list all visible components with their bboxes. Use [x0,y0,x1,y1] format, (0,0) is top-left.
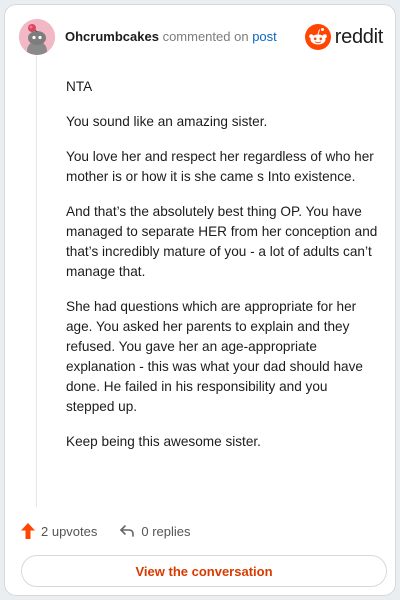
reply-count: 0 replies [141,523,191,539]
upvote-button[interactable]: 2 upvotes [21,523,97,539]
comment-body: NTA You sound like an amazing sister. Yo… [66,77,378,467]
reply-arrow-icon [120,525,135,537]
snoo-avatar-icon [19,19,55,55]
view-conversation-button[interactable]: View the conversation [21,555,387,587]
comment-header: Ohcrumbcakes commented on post reddit [19,19,383,55]
post-link[interactable]: post [252,29,277,44]
comment-paragraph: You love her and respect her regardless … [66,149,374,184]
comment-actions: 2 upvotes 0 replies [21,520,213,542]
comment-paragraph: Keep being this awesome sister. [66,434,261,449]
comment-paragraph: You sound like an amazing sister. [66,114,268,129]
avatar[interactable] [19,19,55,55]
username[interactable]: Ohcrumbcakes [65,29,159,44]
comment-card: Ohcrumbcakes commented on post reddit NT… [4,4,396,596]
thread-line [36,55,37,507]
reddit-brand[interactable]: reddit [304,24,384,50]
upvote-arrow-icon [21,523,35,539]
comment-attribution: Ohcrumbcakes commented on post [65,29,277,44]
comment-paragraph: And that’s the absolutely best thing OP.… [66,204,378,279]
comment-paragraph: NTA [66,79,93,94]
reddit-logo-icon [304,24,331,50]
commented-on-text: commented on [162,29,249,44]
comment-paragraph: She had questions which are appropriate … [66,299,363,414]
reddit-wordmark: reddit [334,25,384,48]
upvote-count: 2 upvotes [41,523,98,539]
reply-button[interactable]: 0 replies [119,523,191,539]
